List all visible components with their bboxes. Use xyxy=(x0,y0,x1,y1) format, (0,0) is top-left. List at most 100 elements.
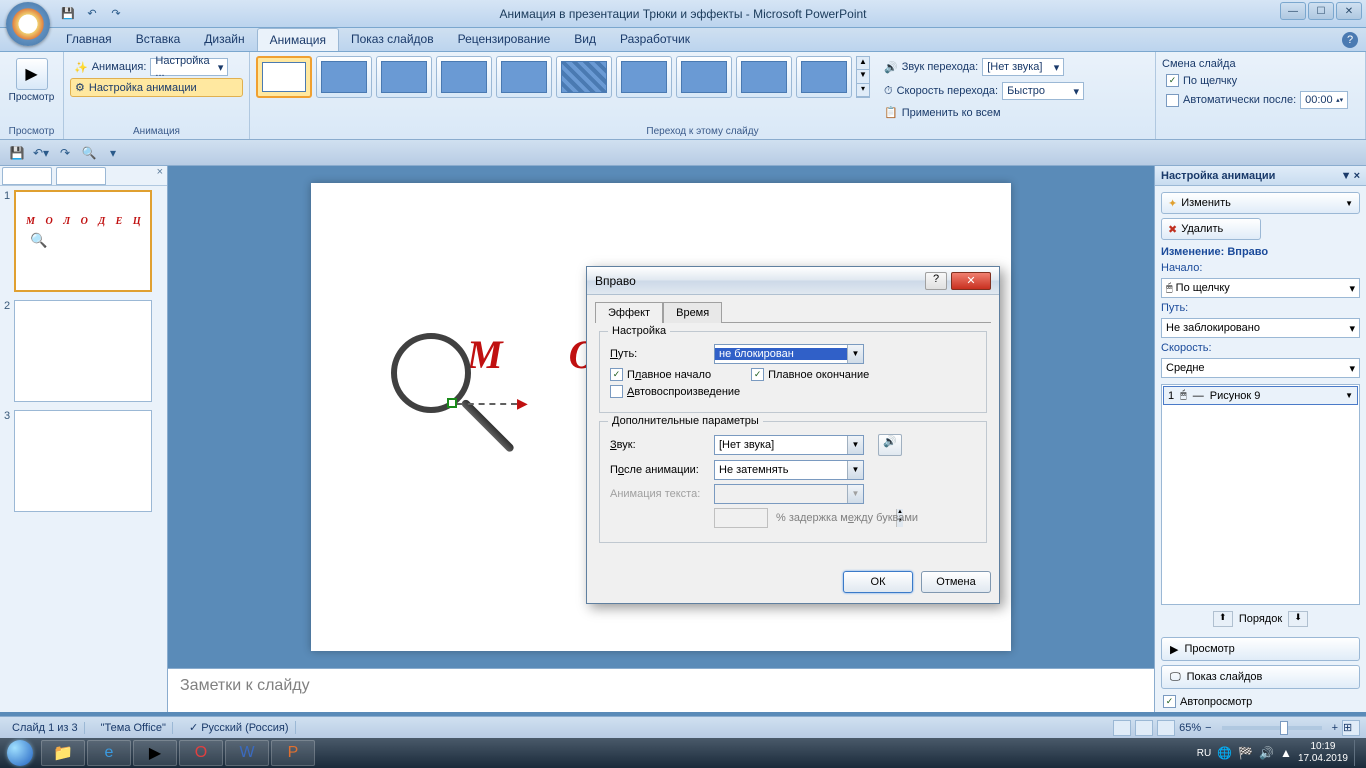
transition-none[interactable] xyxy=(256,56,312,98)
animation-list-item[interactable]: 1 🖱 — Рисунок 9 ▼ xyxy=(1163,386,1358,405)
start-combo[interactable]: 🖱 По щелчку▾ xyxy=(1161,278,1360,298)
gallery-down[interactable]: ▼ xyxy=(857,70,869,83)
transition-item[interactable] xyxy=(316,56,372,98)
sound-combo[interactable]: [Нет звука] ▼ xyxy=(714,435,864,455)
apply-all-button[interactable]: 📋 Применить ко всем xyxy=(880,104,1088,121)
notes-pane[interactable]: Заметки к слайду xyxy=(168,668,1154,712)
sound-volume-button[interactable]: 🔊 xyxy=(878,434,902,456)
ok-button[interactable]: ОК xyxy=(843,571,913,593)
undo-icon[interactable]: ↶▾ xyxy=(30,143,52,163)
smooth-start-checkbox[interactable]: ✓Плавное начало xyxy=(610,368,711,381)
dialog-tab-effect[interactable]: Эффект xyxy=(595,302,663,323)
dialog-close-button[interactable]: ✕ xyxy=(951,272,991,290)
transition-item[interactable] xyxy=(436,56,492,98)
dropdown-icon[interactable]: ▼ xyxy=(847,461,863,479)
tray-up-icon[interactable]: ▲ xyxy=(1280,746,1292,760)
show-desktop-button[interactable] xyxy=(1354,740,1362,766)
save-icon[interactable]: 💾 xyxy=(58,4,78,24)
taskbar-explorer[interactable]: 📁 xyxy=(41,740,85,766)
dialog-titlebar[interactable]: Вправо ? ✕ xyxy=(587,267,999,295)
redo-icon[interactable]: ↷ xyxy=(106,4,126,24)
after-animation-combo[interactable]: Не затемнять ▼ xyxy=(714,460,864,480)
remove-effect-button[interactable]: ✖ Удалить xyxy=(1161,218,1261,240)
taskbar-opera[interactable]: O xyxy=(179,740,223,766)
dialog-tab-timing[interactable]: Время xyxy=(663,302,722,323)
minimize-button[interactable]: — xyxy=(1280,2,1306,20)
taskbar-word[interactable]: W xyxy=(225,740,269,766)
save-icon[interactable]: 💾 xyxy=(6,143,28,163)
slides-tab[interactable] xyxy=(2,167,52,185)
slide-thumbnail-2[interactable] xyxy=(14,300,152,402)
tray-flag-icon[interactable]: 🏁 xyxy=(1238,746,1253,760)
path-combo[interactable]: Не заблокировано▾ xyxy=(1161,318,1360,338)
close-panel-icon[interactable]: × xyxy=(153,166,167,185)
dropdown-icon[interactable]: ▼ xyxy=(847,345,863,363)
preview-button[interactable]: ▶ Просмотр xyxy=(6,56,57,105)
speed-combo[interactable]: Быстро▾ xyxy=(1002,82,1084,100)
motion-path[interactable]: ▶ xyxy=(447,395,528,413)
taskbar-ie[interactable]: e xyxy=(87,740,131,766)
tab-developer[interactable]: Разработчик xyxy=(608,28,702,51)
auto-after-checkbox[interactable] xyxy=(1166,94,1179,107)
autopreview-checkbox[interactable]: ✓ xyxy=(1163,695,1176,708)
fit-button[interactable]: ⊞ xyxy=(1342,720,1360,736)
smooth-end-checkbox[interactable]: ✓Плавное окончание xyxy=(751,368,869,381)
transition-item[interactable] xyxy=(556,56,612,98)
slideshow-button[interactable]: 🖵 Показ слайдов xyxy=(1161,665,1360,689)
help-icon[interactable]: ? xyxy=(1342,32,1358,48)
zoom-slider[interactable] xyxy=(1222,726,1322,730)
slide-thumbnail-3[interactable] xyxy=(14,410,152,512)
move-down-button[interactable]: ⬇ xyxy=(1288,611,1308,627)
path-combo[interactable]: не блокирован ▼ xyxy=(714,344,864,364)
close-button[interactable]: ✕ xyxy=(1336,2,1362,20)
normal-view-button[interactable] xyxy=(1113,720,1131,736)
slideshow-view-button[interactable] xyxy=(1157,720,1175,736)
print-preview-icon[interactable]: 🔍 xyxy=(78,143,100,163)
taskbar-mediaplayer[interactable]: ▶ xyxy=(133,740,177,766)
transition-item[interactable] xyxy=(736,56,792,98)
play-button[interactable]: ▶ Просмотр xyxy=(1161,637,1360,661)
on-click-checkbox[interactable]: ✓ xyxy=(1166,74,1179,87)
sorter-view-button[interactable] xyxy=(1135,720,1153,736)
transition-item[interactable] xyxy=(376,56,432,98)
transition-item[interactable] xyxy=(496,56,552,98)
speed-combo[interactable]: Средне▾ xyxy=(1161,358,1360,378)
change-effect-button[interactable]: ✦ Изменить ▼ xyxy=(1161,192,1360,214)
transition-item[interactable] xyxy=(616,56,672,98)
autoreverse-checkbox[interactable]: Автовоспроизведение xyxy=(610,385,740,398)
autopreview-row[interactable]: ✓ Автопросмотр xyxy=(1155,691,1366,712)
tab-design[interactable]: Дизайн xyxy=(192,28,256,51)
auto-after-row[interactable]: Автоматически после: 00:00▴▾ xyxy=(1162,89,1359,111)
dropdown-icon[interactable]: ▼ xyxy=(847,436,863,454)
outline-tab[interactable] xyxy=(56,167,106,185)
qat-dropdown[interactable]: ▾ xyxy=(102,143,124,163)
maximize-button[interactable]: ☐ xyxy=(1308,2,1334,20)
taskpane-close-icon[interactable]: × xyxy=(1354,170,1360,182)
animate-combo[interactable]: Настройка ...▾ xyxy=(150,58,228,76)
start-button[interactable] xyxy=(0,738,40,768)
lang-indicator[interactable]: RU xyxy=(1197,748,1211,759)
transition-item[interactable] xyxy=(676,56,732,98)
transition-item[interactable] xyxy=(796,56,852,98)
custom-animation-button[interactable]: ⚙ Настройка анимации xyxy=(70,78,243,97)
taskbar-powerpoint[interactable]: P xyxy=(271,740,315,766)
tab-slideshow[interactable]: Показ слайдов xyxy=(339,28,446,51)
tab-review[interactable]: Рецензирование xyxy=(446,28,563,51)
tab-home[interactable]: Главная xyxy=(54,28,124,51)
tray-network-icon[interactable]: 🌐 xyxy=(1217,746,1232,760)
gallery-up[interactable]: ▲ xyxy=(857,57,869,70)
tab-animation[interactable]: Анимация xyxy=(257,28,339,51)
gallery-more[interactable]: ▾ xyxy=(857,84,869,97)
on-click-row[interactable]: ✓ По щелчку xyxy=(1162,72,1359,89)
tray-volume-icon[interactable]: 🔊 xyxy=(1259,746,1274,760)
zoom-in-button[interactable]: + xyxy=(1332,722,1338,734)
redo-icon[interactable]: ↷ xyxy=(54,143,76,163)
undo-icon[interactable]: ↶ xyxy=(82,4,102,24)
taskpane-dropdown-icon[interactable]: ▼ xyxy=(1341,170,1352,182)
dialog-help-button[interactable]: ? xyxy=(925,272,947,290)
zoom-out-button[interactable]: − xyxy=(1205,722,1211,734)
clock[interactable]: 10:19 17.04.2019 xyxy=(1298,741,1348,765)
sound-combo[interactable]: [Нет звука]▾ xyxy=(982,58,1064,76)
cancel-button[interactable]: Отмена xyxy=(921,571,991,593)
office-button[interactable] xyxy=(6,2,50,46)
